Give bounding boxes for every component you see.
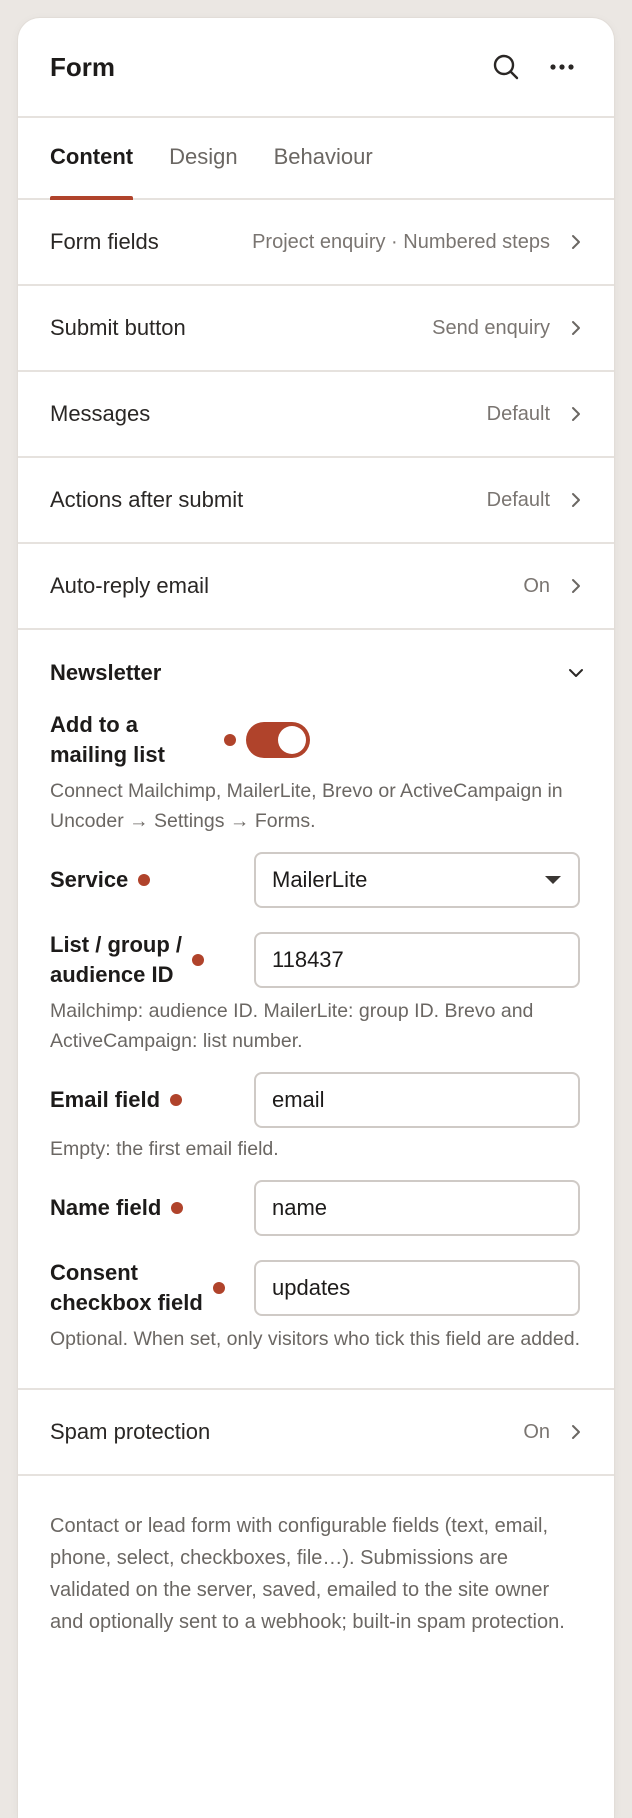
row-value: Default <box>486 402 550 425</box>
add-to-list-help: Connect Mailchimp, MailerLite, Brevo or … <box>50 780 563 832</box>
field-label: Add to a mailing list <box>50 712 165 767</box>
panel-title: Form <box>50 51 115 82</box>
row-value: Send enquiry <box>432 316 550 339</box>
chevron-down-icon <box>566 663 586 683</box>
chevron-right-icon <box>566 232 586 252</box>
section-title: Newsletter <box>50 660 162 685</box>
newsletter-section: Newsletter Add to a mailing list Connect… <box>18 630 614 1390</box>
name-field-input[interactable]: name <box>254 1180 580 1236</box>
service-row: Service MailerLite <box>50 852 582 908</box>
row-label: Auto-reply email <box>50 573 209 598</box>
tab-behaviour[interactable]: Behaviour <box>274 144 373 198</box>
chevron-right-icon <box>566 318 586 338</box>
tab-design[interactable]: Design <box>169 144 237 198</box>
row-label: Form fields <box>50 229 159 254</box>
email-field-row: Email field email <box>50 1072 582 1128</box>
field-label: Consent checkbox field <box>50 1260 203 1315</box>
row-submit-button[interactable]: Submit button Send enquiry <box>18 286 614 372</box>
required-dot <box>212 1282 225 1294</box>
consent-field-input[interactable]: updates <box>254 1260 580 1316</box>
chevron-right-icon <box>566 576 586 596</box>
search-icon <box>493 54 519 80</box>
field-label: Email field <box>50 1087 161 1112</box>
tab-bar: Content Design Behaviour <box>18 118 614 200</box>
chevron-right-icon <box>566 404 586 424</box>
more-horizontal-icon <box>550 64 574 70</box>
more-options-button[interactable] <box>542 47 582 87</box>
list-id-row: List / group / audience ID 118437 <box>50 930 582 990</box>
toggle-knob <box>278 726 306 754</box>
field-label: List / group / audience ID <box>50 932 182 987</box>
row-value: Project enquiry · Numbered steps <box>252 230 550 253</box>
block-description: Contact or lead form with configurable f… <box>50 1515 565 1633</box>
consent-field-help: Optional. When set, only visitors who ti… <box>50 1328 581 1350</box>
tab-content[interactable]: Content <box>50 144 134 200</box>
chevron-right-icon <box>566 490 586 510</box>
search-button[interactable] <box>486 47 526 87</box>
add-to-list-row: Add to a mailing list <box>50 710 582 770</box>
email-field-input[interactable]: email <box>254 1072 580 1128</box>
required-dot <box>170 1094 183 1106</box>
email-field-help: Empty: the first email field. <box>50 1138 279 1160</box>
required-dot <box>224 734 236 746</box>
row-label: Submit button <box>50 315 186 340</box>
select-value: MailerLite <box>272 867 368 892</box>
add-to-list-toggle[interactable] <box>246 722 310 758</box>
row-value: On <box>523 574 550 597</box>
row-label: Actions after submit <box>50 487 244 512</box>
row-messages[interactable]: Messages Default <box>18 372 614 458</box>
list-id-input[interactable]: 118437 <box>254 932 580 988</box>
form-settings-panel: Form Content Design Behaviour Form field… <box>18 18 614 1818</box>
required-dot <box>171 1202 184 1214</box>
row-label: Messages <box>50 401 151 426</box>
row-form-fields[interactable]: Form fields Project enquiry · Numbered s… <box>18 200 614 286</box>
row-spam-protection[interactable]: Spam protection On <box>18 1390 614 1476</box>
row-value: On <box>523 1420 550 1443</box>
required-dot <box>138 874 151 886</box>
row-value: Default <box>486 488 550 511</box>
list-id-help: Mailchimp: audience ID. MailerLite: grou… <box>50 1000 534 1052</box>
service-select[interactable]: MailerLite <box>254 852 580 908</box>
name-field-row: Name field name <box>50 1180 582 1236</box>
row-actions-after-submit[interactable]: Actions after submit Default <box>18 458 614 544</box>
consent-field-row: Consent checkbox field updates <box>50 1258 582 1318</box>
chevron-right-icon <box>566 1422 586 1442</box>
row-auto-reply-email[interactable]: Auto-reply email On <box>18 544 614 630</box>
panel-header: Form <box>18 18 614 118</box>
required-dot <box>192 954 204 966</box>
field-label: Name field <box>50 1195 162 1220</box>
field-label: Service <box>50 867 129 892</box>
row-label: Spam protection <box>50 1419 211 1444</box>
caret-down-icon <box>545 876 561 884</box>
newsletter-section-header[interactable]: Newsletter <box>50 630 586 716</box>
